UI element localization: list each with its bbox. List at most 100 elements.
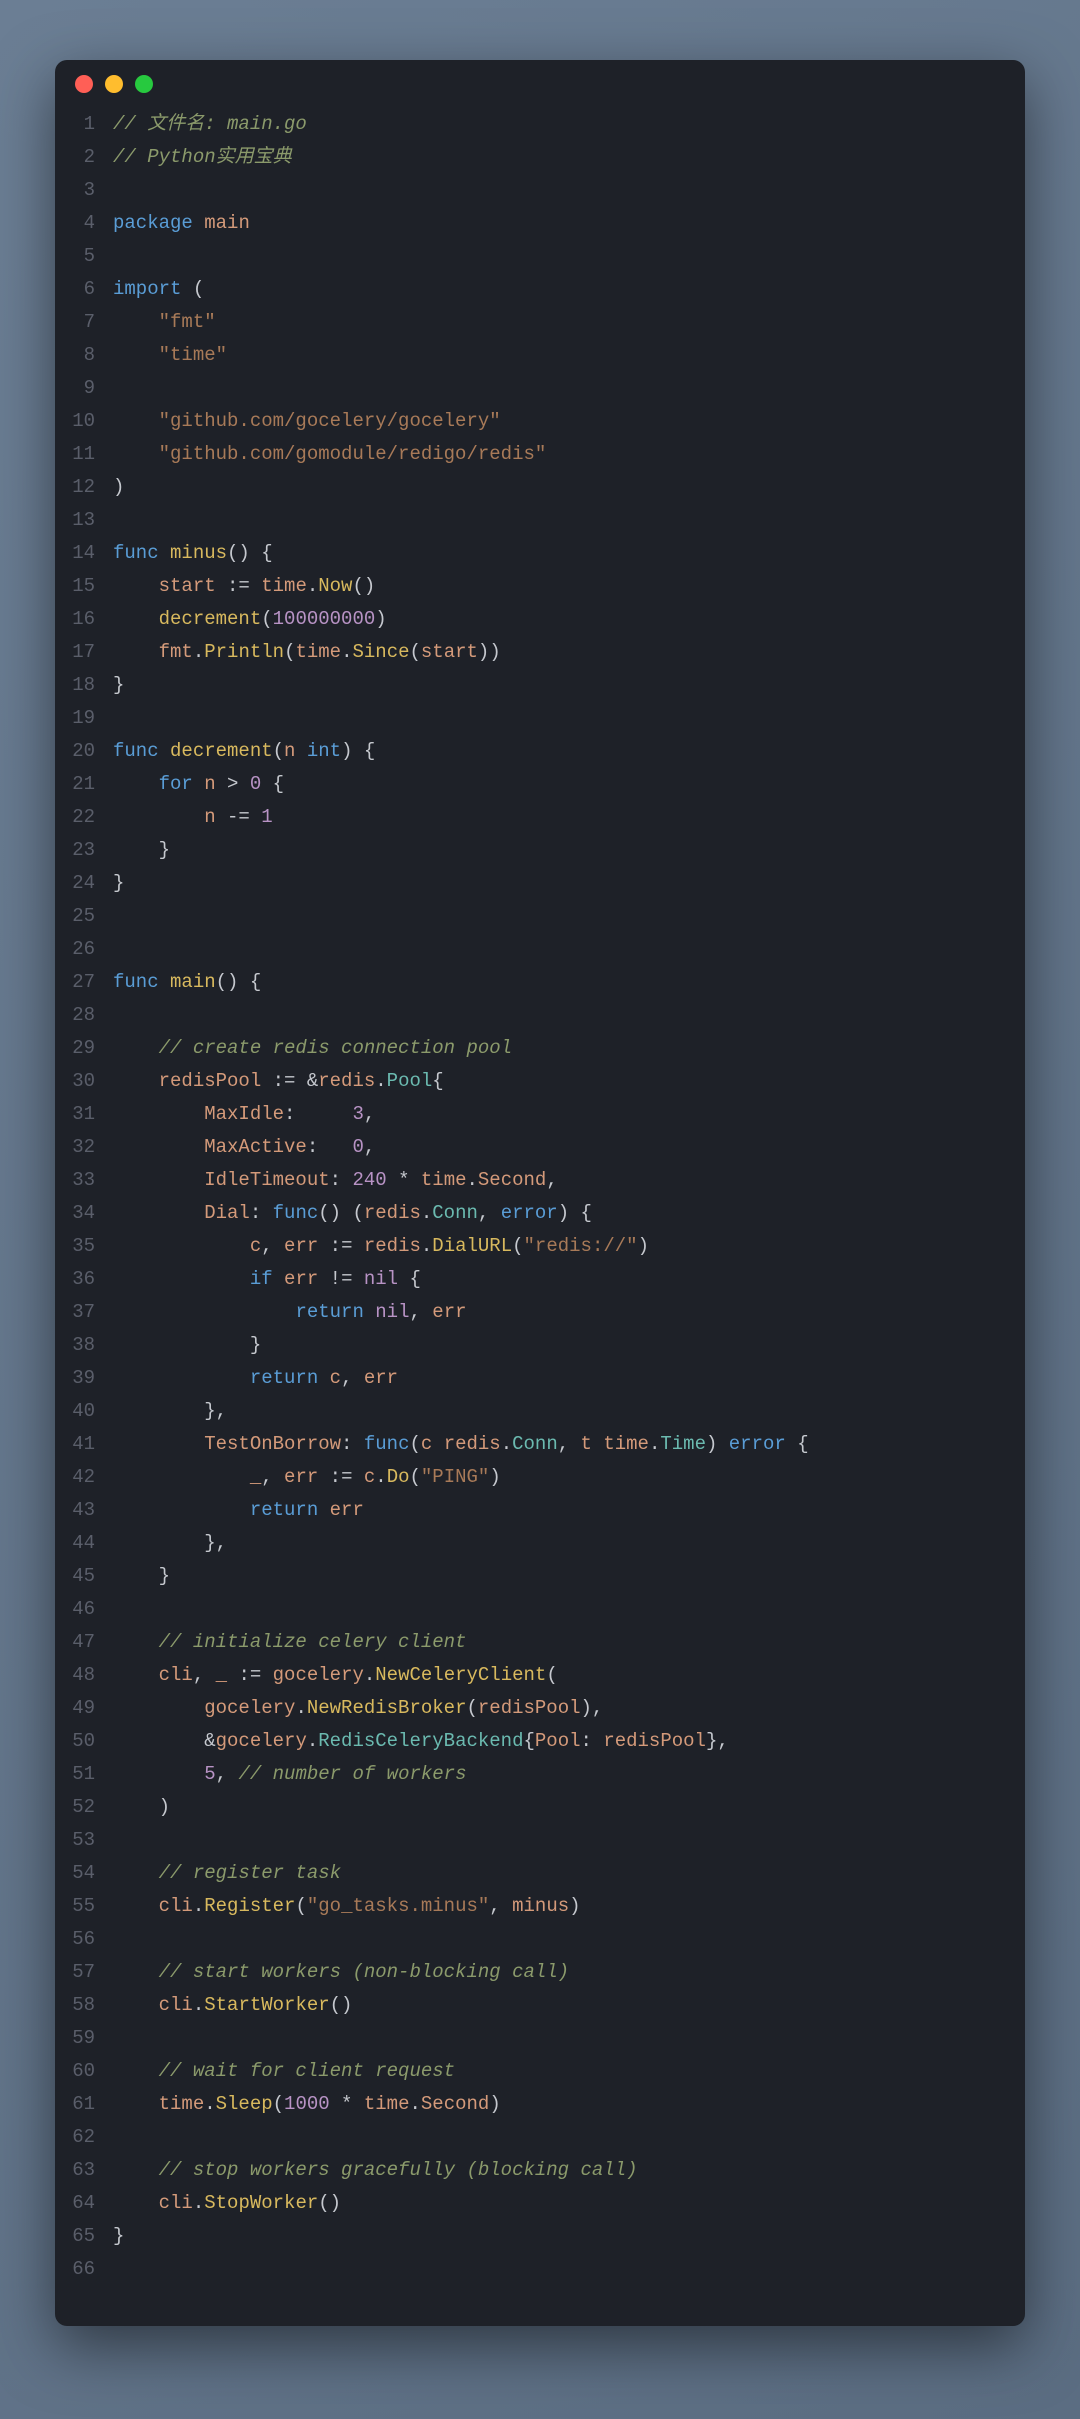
line-number: 4 [55, 207, 95, 240]
code-line[interactable]: decrement(100000000) [113, 603, 1005, 636]
code-line[interactable]: gocelery.NewRedisBroker(redisPool), [113, 1692, 1005, 1725]
line-number: 45 [55, 1560, 95, 1593]
line-number: 27 [55, 966, 95, 999]
code-line[interactable] [113, 1923, 1005, 1956]
maximize-icon[interactable] [135, 75, 153, 93]
code-line[interactable]: } [113, 2220, 1005, 2253]
code-line[interactable]: // wait for client request [113, 2055, 1005, 2088]
code-line[interactable]: &gocelery.RedisCeleryBackend{Pool: redis… [113, 1725, 1005, 1758]
code-line[interactable]: } [113, 834, 1005, 867]
line-number: 3 [55, 174, 95, 207]
close-icon[interactable] [75, 75, 93, 93]
line-number: 36 [55, 1263, 95, 1296]
line-number: 65 [55, 2220, 95, 2253]
line-number: 50 [55, 1725, 95, 1758]
line-number: 44 [55, 1527, 95, 1560]
line-number: 38 [55, 1329, 95, 1362]
code-line[interactable]: MaxIdle: 3, [113, 1098, 1005, 1131]
minimize-icon[interactable] [105, 75, 123, 93]
line-number: 14 [55, 537, 95, 570]
code-line[interactable]: _, err := c.Do("PING") [113, 1461, 1005, 1494]
code-line[interactable]: "fmt" [113, 306, 1005, 339]
code-line[interactable] [113, 900, 1005, 933]
code-line[interactable]: redisPool := &redis.Pool{ [113, 1065, 1005, 1098]
code-line[interactable]: // Python实用宝典 [113, 141, 1005, 174]
editor-window: 1234567891011121314151617181920212223242… [55, 60, 1025, 2326]
line-number: 52 [55, 1791, 95, 1824]
code-line[interactable]: c, err := redis.DialURL("redis://") [113, 1230, 1005, 1263]
code-line[interactable]: time.Sleep(1000 * time.Second) [113, 2088, 1005, 2121]
code-line[interactable]: cli, _ := gocelery.NewCeleryClient( [113, 1659, 1005, 1692]
line-number: 49 [55, 1692, 95, 1725]
line-number: 51 [55, 1758, 95, 1791]
code-line[interactable]: } [113, 1329, 1005, 1362]
code-line[interactable] [113, 702, 1005, 735]
code-line[interactable]: ) [113, 471, 1005, 504]
code-line[interactable] [113, 2253, 1005, 2286]
code-line[interactable]: func main() { [113, 966, 1005, 999]
code-line[interactable]: cli.StopWorker() [113, 2187, 1005, 2220]
code-line[interactable] [113, 372, 1005, 405]
line-number: 61 [55, 2088, 95, 2121]
line-number: 62 [55, 2121, 95, 2154]
code-line[interactable]: "github.com/gomodule/redigo/redis" [113, 438, 1005, 471]
code-line[interactable]: }, [113, 1527, 1005, 1560]
code-line[interactable] [113, 504, 1005, 537]
code-line[interactable]: } [113, 867, 1005, 900]
code-line[interactable]: Dial: func() (redis.Conn, error) { [113, 1197, 1005, 1230]
code-line[interactable]: } [113, 1560, 1005, 1593]
code-line[interactable]: // 文件名: main.go [113, 108, 1005, 141]
code-line[interactable]: func decrement(n int) { [113, 735, 1005, 768]
line-number: 35 [55, 1230, 95, 1263]
code-area[interactable]: 1234567891011121314151617181920212223242… [55, 108, 1025, 2296]
code-line[interactable]: // register task [113, 1857, 1005, 1890]
code-content[interactable]: // 文件名: main.go// Python实用宝典 package mai… [113, 108, 1005, 2286]
code-line[interactable] [113, 933, 1005, 966]
code-line[interactable]: for n > 0 { [113, 768, 1005, 801]
code-line[interactable] [113, 999, 1005, 1032]
code-line[interactable]: // start workers (non-blocking call) [113, 1956, 1005, 1989]
code-line[interactable] [113, 1824, 1005, 1857]
line-number: 6 [55, 273, 95, 306]
line-number: 1 [55, 108, 95, 141]
code-line[interactable] [113, 2022, 1005, 2055]
code-line[interactable]: start := time.Now() [113, 570, 1005, 603]
code-line[interactable]: "time" [113, 339, 1005, 372]
code-line[interactable] [113, 174, 1005, 207]
code-line[interactable]: "github.com/gocelery/gocelery" [113, 405, 1005, 438]
code-line[interactable]: return c, err [113, 1362, 1005, 1395]
line-number: 33 [55, 1164, 95, 1197]
line-number: 34 [55, 1197, 95, 1230]
code-line[interactable]: 5, // number of workers [113, 1758, 1005, 1791]
code-line[interactable]: // initialize celery client [113, 1626, 1005, 1659]
code-line[interactable]: if err != nil { [113, 1263, 1005, 1296]
line-number: 55 [55, 1890, 95, 1923]
line-number: 58 [55, 1989, 95, 2022]
code-line[interactable] [113, 2121, 1005, 2154]
code-line[interactable]: return nil, err [113, 1296, 1005, 1329]
code-line[interactable]: cli.StartWorker() [113, 1989, 1005, 2022]
code-line[interactable]: ) [113, 1791, 1005, 1824]
code-line[interactable]: IdleTimeout: 240 * time.Second, [113, 1164, 1005, 1197]
code-line[interactable]: package main [113, 207, 1005, 240]
code-line[interactable]: func minus() { [113, 537, 1005, 570]
code-line[interactable]: MaxActive: 0, [113, 1131, 1005, 1164]
code-line[interactable]: fmt.Println(time.Since(start)) [113, 636, 1005, 669]
code-line[interactable]: }, [113, 1395, 1005, 1428]
line-number: 53 [55, 1824, 95, 1857]
line-number: 24 [55, 867, 95, 900]
code-line[interactable]: return err [113, 1494, 1005, 1527]
line-number: 59 [55, 2022, 95, 2055]
line-number: 11 [55, 438, 95, 471]
code-line[interactable] [113, 240, 1005, 273]
code-line[interactable]: TestOnBorrow: func(c redis.Conn, t time.… [113, 1428, 1005, 1461]
code-line[interactable]: import ( [113, 273, 1005, 306]
code-line[interactable]: cli.Register("go_tasks.minus", minus) [113, 1890, 1005, 1923]
code-line[interactable]: n -= 1 [113, 801, 1005, 834]
code-line[interactable]: // stop workers gracefully (blocking cal… [113, 2154, 1005, 2187]
code-line[interactable]: } [113, 669, 1005, 702]
code-line[interactable]: // create redis connection pool [113, 1032, 1005, 1065]
line-number: 13 [55, 504, 95, 537]
code-line[interactable] [113, 1593, 1005, 1626]
line-number: 43 [55, 1494, 95, 1527]
